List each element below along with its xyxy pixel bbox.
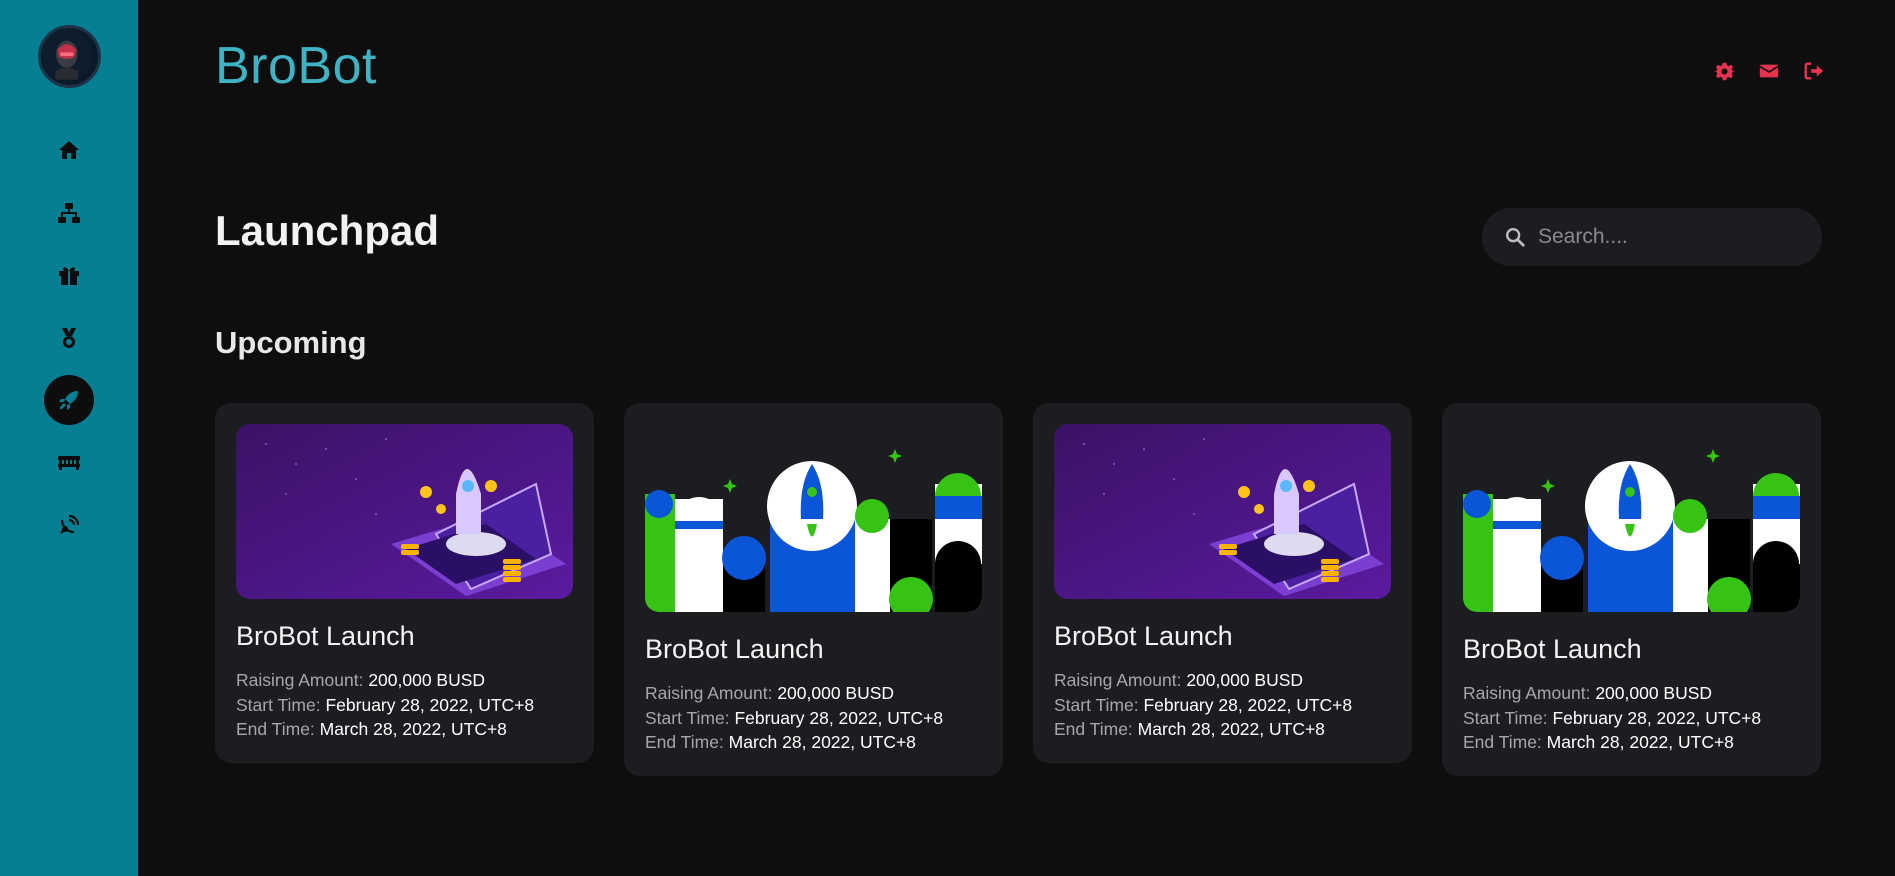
sidebar-item-home[interactable] (44, 125, 94, 175)
search-box[interactable] (1482, 208, 1822, 266)
card-title: BroBot Launch (1463, 634, 1642, 664)
start-value: February 28, 2022, UTC+8 (734, 707, 944, 728)
start-label: Start Time: (1463, 707, 1548, 728)
launch-image-rocket (1463, 424, 1800, 612)
sidebar-item-network[interactable] (44, 188, 94, 238)
card-details: Raising Amount: 200,000 BUSD Start Time:… (645, 681, 982, 755)
brand-logo[interactable]: BroBot (215, 36, 377, 96)
launch-card[interactable]: BroBot Launch Raising Amount: 200,000 BU… (624, 403, 1003, 776)
raising-amount-row: Raising Amount: 200,000 BUSD (1463, 681, 1800, 706)
raising-value: 200,000 BUSD (1186, 670, 1304, 690)
start-label: Start Time: (1054, 694, 1139, 715)
start-value: February 28, 2022, UTC+8 (1143, 694, 1353, 715)
sign-out-icon (1804, 62, 1824, 80)
avatar[interactable] (38, 25, 101, 88)
bridge-icon (58, 456, 80, 470)
section-title-upcoming: Upcoming (215, 325, 367, 360)
launch-image-purple (1054, 424, 1391, 599)
settings-button[interactable] (1713, 60, 1735, 82)
messages-button[interactable] (1758, 60, 1780, 82)
raising-value: 200,000 BUSD (777, 683, 895, 703)
end-time-row: End Time: March 28, 2022, UTC+8 (236, 717, 573, 742)
gift-icon (59, 267, 79, 285)
end-time-row: End Time: March 28, 2022, UTC+8 (1463, 730, 1800, 755)
header-actions (1713, 60, 1825, 82)
medal-icon (62, 328, 76, 348)
sidebar (0, 0, 138, 876)
raising-value: 200,000 BUSD (1595, 683, 1713, 703)
raising-label: Raising Amount: (1054, 670, 1182, 690)
raising-amount-row: Raising Amount: 200,000 BUSD (1054, 668, 1391, 693)
main-content: BroBot Launchpad Upcoming (138, 0, 1895, 876)
start-time-row: Start Time: February 28, 2022, UTC+8 (1463, 706, 1800, 731)
end-time-row: End Time: March 28, 2022, UTC+8 (1054, 717, 1391, 742)
launch-card[interactable]: BroBot Launch Raising Amount: 200,000 BU… (215, 403, 594, 763)
start-time-row: Start Time: February 28, 2022, UTC+8 (1054, 693, 1391, 718)
search-input[interactable] (1538, 225, 1798, 249)
card-title: BroBot Launch (236, 621, 415, 651)
start-time-row: Start Time: February 28, 2022, UTC+8 (645, 706, 982, 731)
launch-card[interactable]: BroBot Launch Raising Amount: 200,000 BU… (1442, 403, 1821, 776)
end-value: March 28, 2022, UTC+8 (1137, 719, 1325, 739)
raising-label: Raising Amount: (236, 670, 364, 690)
end-label: End Time: (1054, 719, 1133, 739)
raising-label: Raising Amount: (645, 683, 773, 703)
end-value: March 28, 2022, UTC+8 (319, 719, 507, 739)
launch-image-rocket (645, 424, 982, 612)
sidebar-item-bridge[interactable] (44, 438, 94, 488)
sitemap-icon (58, 203, 80, 223)
page-title: Launchpad (215, 207, 440, 254)
card-details: Raising Amount: 200,000 BUSD Start Time:… (1463, 681, 1800, 755)
raising-label: Raising Amount: (1463, 683, 1591, 703)
start-value: February 28, 2022, UTC+8 (325, 694, 535, 715)
end-label: End Time: (645, 732, 724, 752)
start-value: February 28, 2022, UTC+8 (1552, 707, 1762, 728)
envelope-icon (1759, 64, 1779, 78)
launch-image-purple (236, 424, 573, 599)
sidebar-item-rewards[interactable] (44, 250, 94, 300)
rocket-icon (59, 391, 78, 410)
end-label: End Time: (236, 719, 315, 739)
card-title: BroBot Launch (645, 634, 824, 664)
raising-value: 200,000 BUSD (368, 670, 486, 690)
sidebar-item-launchpad[interactable] (44, 375, 94, 425)
start-label: Start Time: (236, 694, 321, 715)
card-details: Raising Amount: 200,000 BUSD Start Time:… (1054, 668, 1391, 742)
end-value: March 28, 2022, UTC+8 (1546, 732, 1734, 752)
gear-icon (1713, 62, 1735, 80)
end-label: End Time: (1463, 732, 1542, 752)
sidebar-item-staking[interactable] (44, 313, 94, 363)
card-title: BroBot Launch (1054, 621, 1233, 651)
search-icon (1506, 228, 1525, 247)
raising-amount-row: Raising Amount: 200,000 BUSD (645, 681, 982, 706)
satellite-dish-icon (60, 514, 80, 534)
card-details: Raising Amount: 200,000 BUSD Start Time:… (236, 668, 573, 742)
launch-card[interactable]: BroBot Launch Raising Amount: 200,000 BU… (1033, 403, 1412, 763)
end-time-row: End Time: March 28, 2022, UTC+8 (645, 730, 982, 755)
home-icon (59, 141, 79, 159)
end-value: March 28, 2022, UTC+8 (728, 732, 916, 752)
start-label: Start Time: (645, 707, 730, 728)
start-time-row: Start Time: February 28, 2022, UTC+8 (236, 693, 573, 718)
raising-amount-row: Raising Amount: 200,000 BUSD (236, 668, 573, 693)
sidebar-item-satellite[interactable] (44, 500, 94, 550)
logout-button[interactable] (1803, 60, 1825, 82)
